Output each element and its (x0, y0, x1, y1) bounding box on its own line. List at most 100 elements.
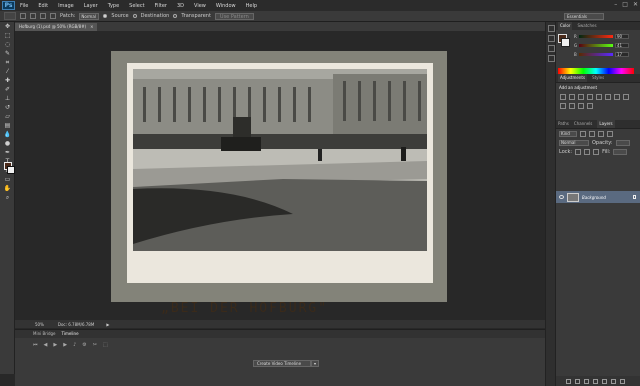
red-slider[interactable] (579, 35, 613, 38)
background-color-swatch[interactable] (7, 166, 15, 174)
fx-icon[interactable] (575, 378, 580, 384)
history-brush-tool-icon[interactable]: ↺ (2, 103, 13, 112)
filter-adjustment-icon[interactable] (589, 130, 595, 137)
layer-row-background[interactable]: Background (556, 191, 640, 203)
marquee-tool-icon[interactable]: ⬚ (2, 31, 13, 40)
tab-color[interactable]: Color (558, 22, 573, 30)
blue-value[interactable]: 17 (615, 52, 629, 57)
exposure-icon[interactable] (587, 94, 593, 100)
trash-icon[interactable] (620, 378, 625, 384)
blend-mode-select[interactable]: Normal (559, 139, 589, 146)
prev-frame-icon[interactable]: ◀ (44, 342, 48, 348)
menu-file[interactable]: File (15, 3, 33, 9)
mask-icon[interactable] (584, 378, 589, 384)
properties-panel-icon[interactable] (548, 35, 555, 42)
opacity-field[interactable] (615, 139, 630, 146)
eyedropper-tool-icon[interactable]: ⁄ (2, 67, 13, 76)
menu-help[interactable]: Help (241, 3, 262, 9)
filter-pixel-icon[interactable] (580, 130, 586, 137)
close-icon[interactable]: ✕ (633, 1, 638, 8)
blue-slider[interactable] (579, 53, 613, 56)
levels-icon[interactable] (569, 94, 575, 100)
dodge-tool-icon[interactable]: ● (2, 139, 13, 148)
photo-filter-icon[interactable] (560, 103, 566, 109)
folder-icon[interactable] (602, 378, 607, 384)
add-selection-icon[interactable] (30, 13, 36, 19)
zoom-tool-icon[interactable]: ⌕ (2, 193, 13, 202)
healing-tool-icon[interactable]: ✚ (2, 76, 13, 85)
workspace-select[interactable]: Essentials (564, 13, 604, 20)
menu-type[interactable]: Type (103, 3, 124, 9)
menu-select[interactable]: Select (124, 3, 149, 9)
audio-icon[interactable]: ♪ (73, 342, 76, 348)
green-value[interactable]: 41 (615, 43, 629, 48)
panel-background-swatch[interactable] (561, 38, 570, 47)
blur-tool-icon[interactable]: 💧 (2, 130, 13, 139)
settings-icon[interactable]: ⚙ (82, 342, 86, 348)
tab-channels[interactable]: Channels (574, 120, 593, 128)
curves-icon[interactable] (578, 94, 584, 100)
crop-tool-icon[interactable]: ⌗ (2, 58, 13, 67)
menu-image[interactable]: Image (53, 3, 79, 9)
color-spectrum[interactable] (558, 68, 634, 74)
tool-preset-picker[interactable] (4, 12, 16, 20)
tab-styles[interactable]: Styles (592, 74, 604, 82)
fill-field[interactable] (613, 148, 628, 155)
paragraph-panel-icon[interactable] (548, 55, 555, 62)
split-icon[interactable]: ✂ (93, 342, 97, 348)
close-tab-icon[interactable]: × (90, 23, 93, 31)
chevron-down-icon[interactable]: ▾ (311, 360, 319, 367)
red-value[interactable]: 90 (615, 34, 629, 39)
shape-tool-icon[interactable]: ▭ (2, 175, 13, 184)
invert-icon[interactable] (578, 103, 584, 109)
transparent-checkbox[interactable] (173, 14, 178, 18)
status-menu-arrow-icon[interactable]: ▶ (106, 322, 109, 327)
brush-tool-icon[interactable]: ✐ (2, 85, 13, 94)
filter-type-icon[interactable] (598, 130, 604, 137)
hue-saturation-icon[interactable] (605, 94, 611, 100)
tab-mini-bridge[interactable]: Mini Bridge (33, 330, 56, 338)
menu-filter[interactable]: Filter (150, 3, 172, 9)
menu-3d[interactable]: 3D (172, 3, 189, 9)
clone-stamp-tool-icon[interactable]: ⊥ (2, 94, 13, 103)
document-tab[interactable]: Hofburg (1).psd @ 50% (RGB/8#) × (15, 23, 98, 31)
menu-edit[interactable]: Edit (33, 3, 53, 9)
move-tool-icon[interactable]: ✥ (2, 22, 13, 31)
filter-shape-icon[interactable] (607, 130, 613, 137)
maximize-icon[interactable]: □ (622, 1, 628, 8)
tab-swatches[interactable]: Swatches (577, 22, 596, 30)
minimize-icon[interactable]: – (614, 1, 617, 8)
lock-pixels-icon[interactable] (575, 148, 582, 155)
hand-tool-icon[interactable]: ✋ (2, 184, 13, 193)
use-pattern-button[interactable]: Use Pattern (214, 12, 254, 20)
color-balance-icon[interactable] (614, 94, 620, 100)
menu-window[interactable]: Window (211, 3, 241, 9)
destination-radio[interactable] (132, 14, 137, 18)
link-icon[interactable] (566, 378, 571, 384)
adjustment-layer-icon[interactable] (593, 378, 598, 384)
intersect-selection-icon[interactable] (50, 13, 56, 19)
menu-layer[interactable]: Layer (79, 3, 103, 9)
canvas[interactable]: „BEI DER HOFBURG" (111, 51, 447, 316)
vibrance-icon[interactable] (596, 94, 602, 100)
lock-all-icon[interactable] (593, 148, 600, 155)
lasso-tool-icon[interactable]: ◌ (2, 40, 13, 49)
gradient-tool-icon[interactable]: ▤ (2, 121, 13, 130)
brightness-icon[interactable] (560, 94, 566, 100)
transition-icon[interactable]: ⬚ (103, 342, 108, 348)
black-white-icon[interactable] (623, 94, 629, 100)
tab-paths[interactable]: Paths (558, 120, 569, 128)
patch-mode-select[interactable]: Normal (79, 12, 100, 20)
tab-layers[interactable]: Layers (597, 120, 615, 128)
menu-view[interactable]: View (189, 3, 211, 9)
new-layer-icon[interactable] (611, 378, 616, 384)
play-icon[interactable]: ▶ (53, 342, 57, 348)
layer-kind-select[interactable]: Kind (559, 130, 577, 137)
tab-timeline[interactable]: Timeline (62, 330, 79, 338)
eye-icon[interactable] (559, 195, 564, 199)
subtract-selection-icon[interactable] (40, 13, 46, 19)
eraser-tool-icon[interactable]: ▱ (2, 112, 13, 121)
first-frame-icon[interactable]: ⏮ (33, 342, 38, 348)
next-frame-icon[interactable]: ▶ (63, 342, 67, 348)
pen-tool-icon[interactable]: ✒ (2, 148, 13, 157)
